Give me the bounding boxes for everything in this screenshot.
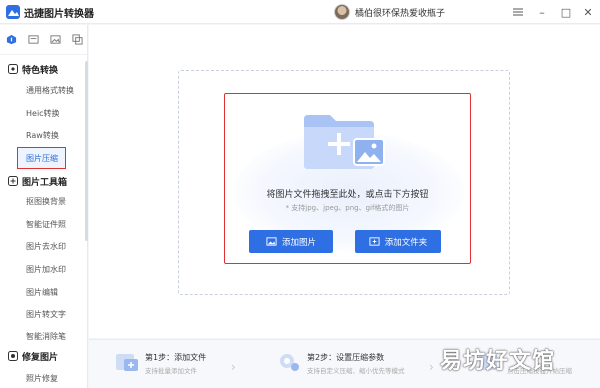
image-icon <box>28 35 39 44</box>
title-bar: 迅捷图片转换器 橘伯很环保热爱收瓶子 – □ ✕ <box>0 0 600 24</box>
drop-zone-highlight: 将图片文件拖拽至此处，或点击下方按钮 * 支持jpg、jpeg、png、gif格… <box>224 93 471 264</box>
home-icon <box>7 34 17 45</box>
sidebar-item-eraser[interactable]: 智能消除笔 <box>0 327 84 345</box>
sidebar-scrollbar[interactable] <box>85 61 88 241</box>
step-2-title: 第2步：设置压缩参数 <box>307 353 385 362</box>
sidebar-item-compress[interactable]: 图片压缩 <box>0 149 84 167</box>
sidebar-item-add-watermark[interactable]: 图片加水印 <box>0 260 84 278</box>
sidebar-item-ocr[interactable]: 图片转文字 <box>0 305 84 323</box>
close-button[interactable]: ✕ <box>578 2 598 22</box>
settings-icon <box>280 354 299 371</box>
menu-icon <box>513 8 523 16</box>
main-panel: 将图片文件拖拽至此处，或点击下方按钮 * 支持jpg、jpeg、png、gif格… <box>89 25 600 338</box>
layers-tool-button[interactable] <box>66 29 88 51</box>
folder-add-icon <box>304 115 385 169</box>
sidebar-item-raw[interactable]: Raw转换 <box>0 126 84 144</box>
minimize-button[interactable]: – <box>532 2 552 22</box>
sidebar-item-heic[interactable]: Heic转换 <box>0 104 84 122</box>
chevron-right-icon: › <box>429 360 434 374</box>
repair-icon <box>8 351 18 361</box>
group-title-special-convert: 特色转换 <box>8 62 58 76</box>
folder-plus-icon <box>369 237 380 246</box>
sidebar-toolbar <box>0 25 88 55</box>
sidebar: 特色转换 通用格式转换 Heic转换 Raw转换 图片压缩 图片工具箱 抠图换背… <box>0 25 88 388</box>
sidebar-item-photo-repair[interactable]: 照片修复 <box>0 369 84 387</box>
star-icon <box>8 64 18 74</box>
user-account[interactable]: 橘伯很环保热爱收瓶子 <box>334 3 445 21</box>
watermark-text: 易坊好文馆 <box>440 349 556 374</box>
maximize-button[interactable]: □ <box>556 2 576 22</box>
group-title-repair: 修复图片 <box>8 349 58 363</box>
add-folder-button[interactable]: 添加文件夹 <box>355 230 441 253</box>
menu-button[interactable] <box>508 2 528 22</box>
sidebar-item-cutout[interactable]: 抠图换背景 <box>0 192 84 210</box>
sidebar-item-edit[interactable]: 图片编辑 <box>0 283 84 301</box>
step-1-desc: 支持批量添加文件 <box>145 367 197 375</box>
image-tool-button[interactable] <box>23 29 45 51</box>
sidebar-item-id-photo[interactable]: 智能证件照 <box>0 215 84 233</box>
step-1-title: 第1步：添加文件 <box>145 353 207 362</box>
layers-icon <box>72 34 83 45</box>
add-image-button[interactable]: 添加图片 <box>249 230 333 253</box>
user-name[interactable]: 橘伯很环保热爱收瓶子 <box>355 6 445 19</box>
add-folder-label: 添加文件夹 <box>384 237 428 248</box>
avatar[interactable] <box>334 4 350 20</box>
add-file-icon <box>116 354 138 371</box>
chevron-right-icon: › <box>231 360 236 374</box>
drop-zone-title: 将图片文件拖拽至此处，或点击下方按钮 <box>266 190 429 200</box>
home-tool-button[interactable] <box>1 29 23 51</box>
app-logo-icon <box>6 5 20 19</box>
sidebar-item-remove-watermark[interactable]: 图片去水印 <box>0 237 84 255</box>
step-2-desc: 支持自定义压缩、缩小优先等模式 <box>307 367 405 375</box>
picture-icon <box>50 35 61 44</box>
sidebar-item-format-convert[interactable]: 通用格式转换 <box>0 81 84 99</box>
drop-zone[interactable]: 将图片文件拖拽至此处，或点击下方按钮 * 支持jpg、jpeg、png、gif格… <box>178 70 510 295</box>
app-title: 迅捷图片转换器 <box>24 9 94 20</box>
group-title-toolbox: 图片工具箱 <box>8 174 67 188</box>
picture-tool-button[interactable] <box>45 29 67 51</box>
image-icon <box>266 237 277 246</box>
toolbox-icon <box>8 176 18 186</box>
drop-zone-hint: * 支持jpg、jpeg、png、gif格式的图片 <box>285 204 410 212</box>
add-image-label: 添加图片 <box>281 237 316 248</box>
